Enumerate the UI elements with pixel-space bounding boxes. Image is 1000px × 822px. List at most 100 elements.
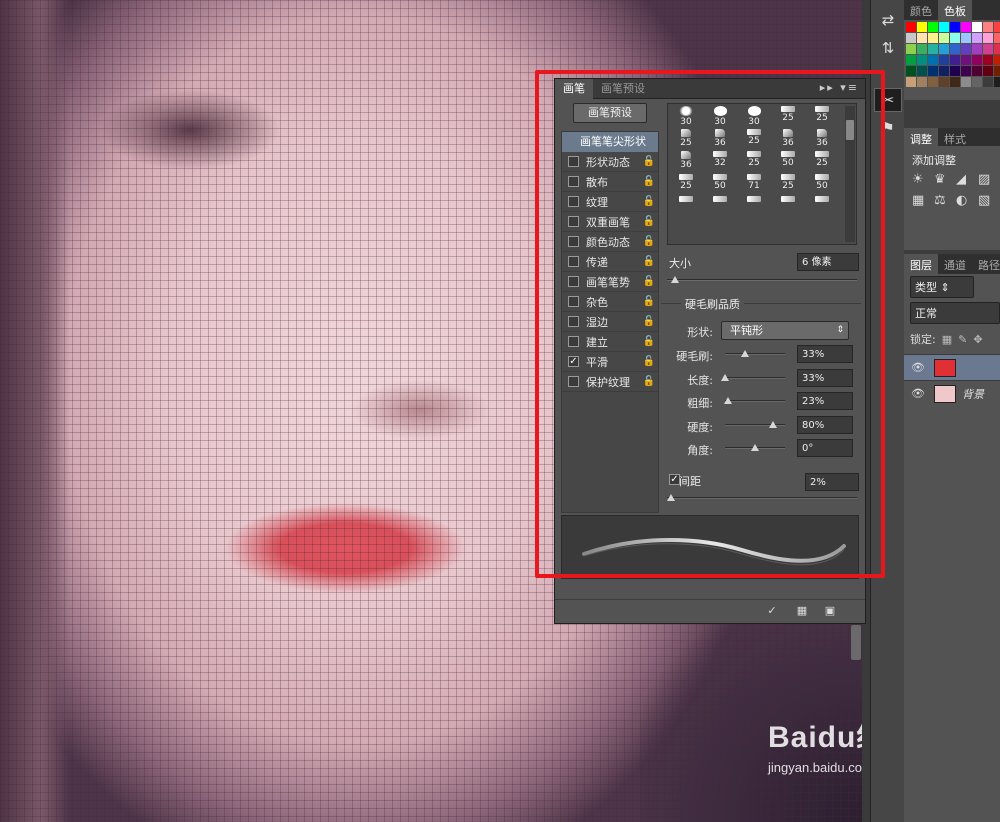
color-swatch[interactable] bbox=[950, 55, 960, 65]
color-swatch[interactable] bbox=[961, 66, 971, 76]
color-swatch[interactable] bbox=[994, 77, 1000, 87]
color-swatch[interactable] bbox=[928, 44, 938, 54]
color-swatch[interactable] bbox=[972, 22, 982, 32]
color-swatch[interactable] bbox=[994, 33, 1000, 43]
color-swatch[interactable] bbox=[972, 66, 982, 76]
curves-icon[interactable]: ◢ bbox=[956, 172, 978, 187]
color-swatch[interactable] bbox=[928, 33, 938, 43]
vibrance-icon[interactable]: ▦ bbox=[912, 193, 934, 208]
lock-pixels-icon[interactable]: ▦ bbox=[942, 333, 952, 346]
color-balance-icon[interactable]: ⚖ bbox=[934, 193, 956, 208]
color-swatch[interactable] bbox=[994, 66, 1000, 76]
color-swatch[interactable] bbox=[994, 44, 1000, 54]
color-swatch[interactable] bbox=[906, 44, 916, 54]
layer-row-fill[interactable]: 👁 bbox=[904, 354, 1000, 380]
add-adjustment-label: 添加调整 bbox=[912, 154, 956, 167]
color-swatch[interactable] bbox=[994, 55, 1000, 65]
color-swatch[interactable] bbox=[906, 55, 916, 65]
tab-swatches[interactable]: 色板 bbox=[938, 0, 972, 20]
color-swatch[interactable] bbox=[917, 33, 927, 43]
color-swatch[interactable] bbox=[972, 44, 982, 54]
exposure-icon[interactable]: ▨ bbox=[978, 172, 1000, 187]
color-swatch[interactable] bbox=[961, 55, 971, 65]
color-swatch[interactable] bbox=[917, 66, 927, 76]
watermark-brand: Baidu经验 bbox=[768, 721, 862, 754]
right-panels: 颜色 色板 调整 样式 添加调整 ☀ ♛ ◢ ▨ ▦ ⚖ ◐ ▧ 图层 通道 路… bbox=[904, 0, 1000, 822]
tab-styles[interactable]: 样式 bbox=[938, 128, 972, 148]
brush-panel-footer: ✓ ▦ ▣ bbox=[555, 599, 865, 623]
color-swatch[interactable] bbox=[906, 66, 916, 76]
create-new-brush-icon[interactable]: ▣ bbox=[821, 604, 839, 619]
color-swatch[interactable] bbox=[917, 77, 927, 87]
lock-move-icon[interactable]: ✥ bbox=[973, 333, 982, 346]
color-swatch[interactable] bbox=[939, 77, 949, 87]
color-swatch[interactable] bbox=[994, 22, 1000, 32]
color-swatch[interactable] bbox=[928, 22, 938, 32]
color-swatch[interactable] bbox=[972, 55, 982, 65]
color-swatch[interactable] bbox=[939, 22, 949, 32]
tab-layers[interactable]: 图层 bbox=[904, 254, 938, 274]
history-icon[interactable]: ⇄ bbox=[874, 8, 902, 32]
tab-color[interactable]: 颜色 bbox=[904, 0, 938, 20]
color-swatch[interactable] bbox=[950, 77, 960, 87]
color-swatch[interactable] bbox=[928, 55, 938, 65]
color-swatch[interactable] bbox=[906, 33, 916, 43]
gradient-map-icon[interactable]: ▧ bbox=[978, 193, 1000, 208]
color-swatch[interactable] bbox=[983, 77, 993, 87]
color-swatch[interactable] bbox=[950, 22, 960, 32]
eye-icon[interactable]: 👁 bbox=[910, 361, 926, 374]
color-swatch[interactable] bbox=[906, 77, 916, 87]
adjustment-icons: ☀ ♛ ◢ ▨ ▦ ⚖ ◐ ▧ bbox=[912, 172, 1000, 208]
color-swatch[interactable] bbox=[928, 66, 938, 76]
color-swatch[interactable] bbox=[972, 77, 982, 87]
color-swatch[interactable] bbox=[983, 44, 993, 54]
levels-icon[interactable]: ♛ bbox=[934, 172, 956, 187]
blend-mode-row: 正常 bbox=[904, 302, 1000, 324]
color-swatch[interactable] bbox=[961, 33, 971, 43]
color-swatch[interactable] bbox=[917, 55, 927, 65]
color-swatch[interactable] bbox=[961, 22, 971, 32]
lock-row: 锁定: ▦ ✎ ✥ bbox=[904, 328, 1000, 350]
color-swatch[interactable] bbox=[950, 33, 960, 43]
color-swatch[interactable] bbox=[961, 77, 971, 87]
layer-name: 背景 bbox=[962, 387, 984, 401]
baidu-watermark: Baidu经验 jingyan.baidu.com bbox=[768, 712, 862, 802]
open-preset-manager-icon[interactable]: ▦ bbox=[793, 604, 811, 619]
lock-paint-icon[interactable]: ✎ bbox=[958, 333, 967, 346]
color-swatch[interactable] bbox=[939, 55, 949, 65]
actions-icon[interactable]: ⇅ bbox=[874, 36, 902, 60]
color-swatch[interactable] bbox=[906, 22, 916, 32]
layers-panel: 类型 ⇕ 正常 锁定: ▦ ✎ ✥ 👁 👁 背景 bbox=[904, 274, 1000, 822]
swatches-panel bbox=[904, 20, 1000, 100]
color-swatch[interactable] bbox=[983, 22, 993, 32]
layers-tabbar: 图层 通道 路径 bbox=[904, 254, 1000, 274]
lock-label: 锁定: bbox=[910, 333, 936, 346]
color-swatch[interactable] bbox=[917, 22, 927, 32]
watermark-url: jingyan.baidu.com bbox=[768, 760, 862, 775]
layer-kind-filter[interactable]: 类型 ⇕ bbox=[910, 276, 974, 298]
layer-row-background[interactable]: 👁 背景 bbox=[904, 380, 1000, 406]
color-swatch[interactable] bbox=[983, 33, 993, 43]
tab-adjustments[interactable]: 调整 bbox=[904, 128, 938, 148]
tab-channels[interactable]: 通道 bbox=[938, 254, 972, 274]
color-swatch[interactable] bbox=[950, 44, 960, 54]
tab-paths[interactable]: 路径 bbox=[972, 254, 1000, 274]
color-swatch[interactable] bbox=[928, 77, 938, 87]
color-swatch[interactable] bbox=[983, 66, 993, 76]
layer-thumbnail bbox=[934, 358, 956, 377]
color-swatch[interactable] bbox=[939, 44, 949, 54]
color-swatch[interactable] bbox=[939, 33, 949, 43]
toggle-bristle-preview-icon[interactable]: ✓ bbox=[763, 604, 781, 619]
color-swatch[interactable] bbox=[939, 66, 949, 76]
color-swatch[interactable] bbox=[950, 66, 960, 76]
color-swatch[interactable] bbox=[961, 44, 971, 54]
color-swatch[interactable] bbox=[972, 33, 982, 43]
color-swatch[interactable] bbox=[983, 55, 993, 65]
color-swatch[interactable] bbox=[917, 44, 927, 54]
brightness-icon[interactable]: ☀ bbox=[912, 172, 934, 187]
black-white-icon[interactable]: ◐ bbox=[956, 193, 978, 208]
adjustments-panel: 添加调整 ☀ ♛ ◢ ▨ ▦ ⚖ ◐ ▧ bbox=[904, 146, 1000, 250]
canvas-scrollbar-thumb[interactable] bbox=[851, 625, 861, 660]
eye-icon[interactable]: 👁 bbox=[910, 387, 926, 400]
blend-mode-select[interactable]: 正常 bbox=[910, 302, 1000, 324]
